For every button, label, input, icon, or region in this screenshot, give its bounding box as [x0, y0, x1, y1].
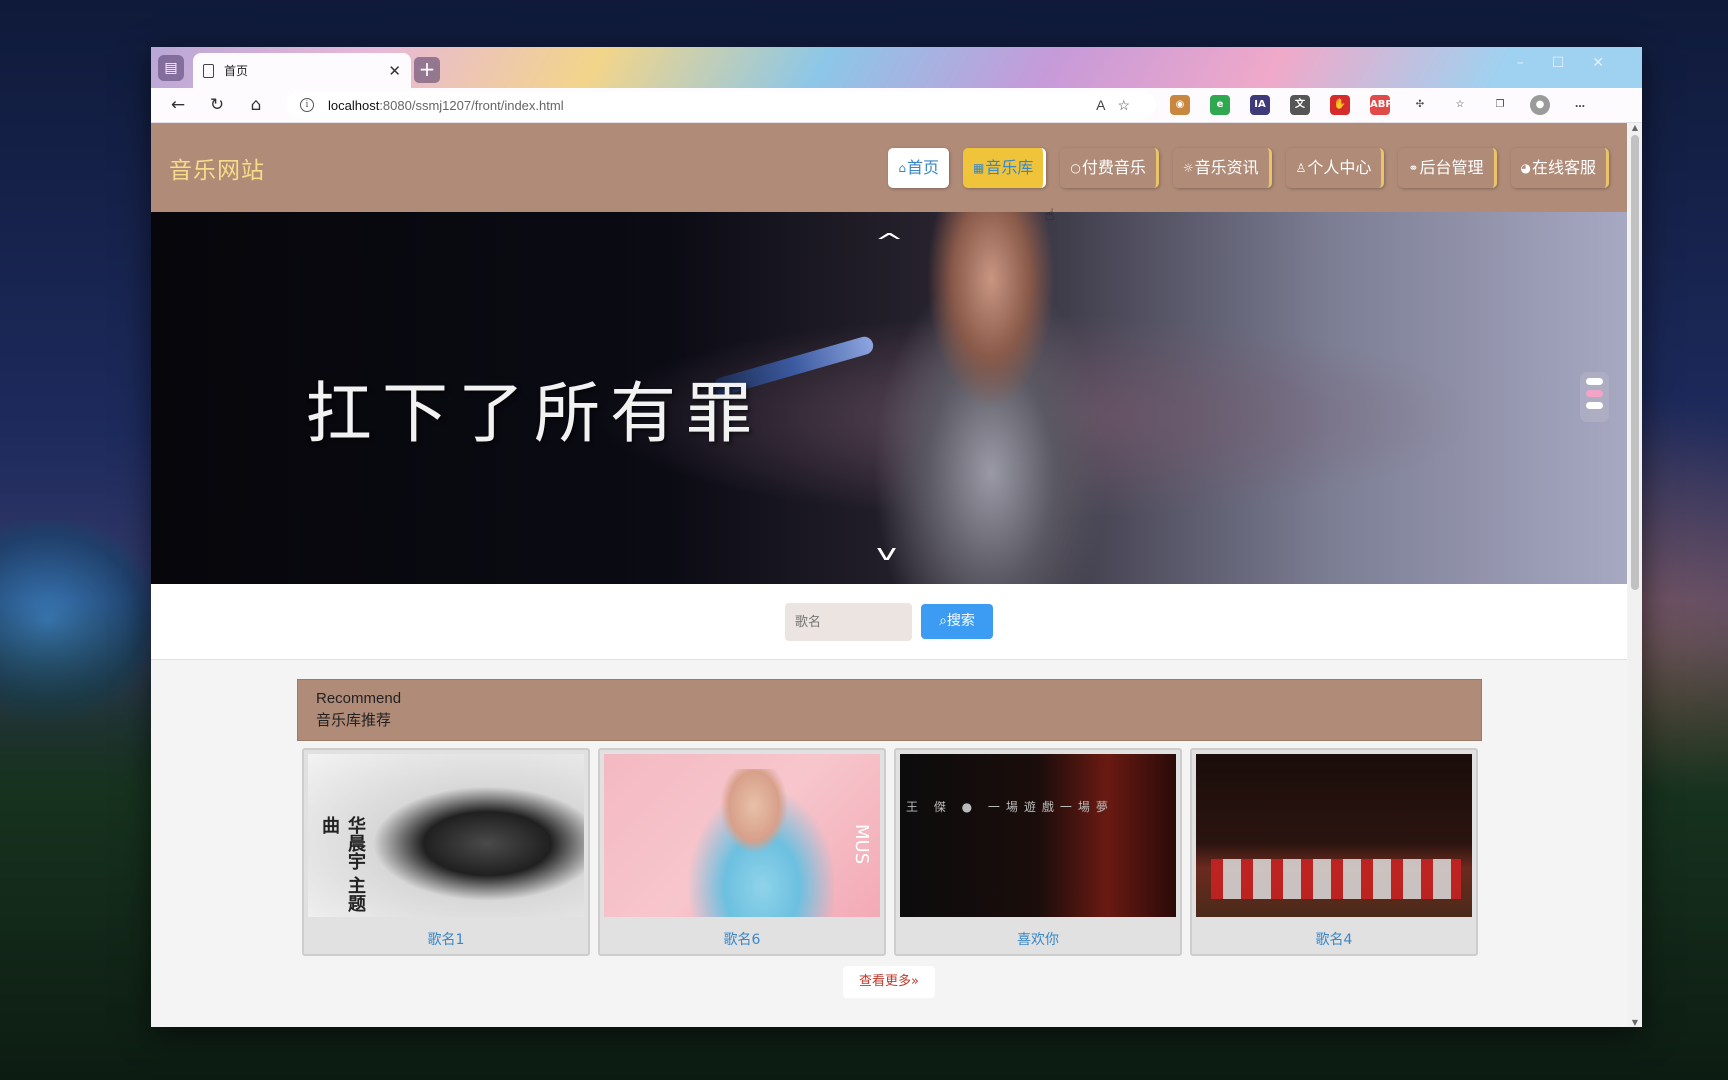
banner-lyric-text: 扛下了所有罪	[306, 375, 762, 452]
recommend-header: Recommend 音乐库推荐	[297, 679, 1482, 741]
home-icon[interactable]: ⌂	[241, 91, 271, 119]
view-more-label: 查看更多	[859, 974, 912, 989]
nav-paid-music-label: 付费音乐	[1081, 157, 1146, 177]
carousel-dot[interactable]	[1586, 402, 1603, 409]
sun-icon: ☼	[1182, 160, 1194, 175]
nav-admin[interactable]: ⚭ 后台管理	[1398, 147, 1497, 188]
circle-icon: ○	[1070, 160, 1081, 175]
search-bar: ⌕搜索	[151, 584, 1627, 660]
scrollbar-thumb[interactable]	[1631, 135, 1639, 590]
cover-text: MUS	[851, 824, 872, 865]
banner-carousel[interactable]: 扛下了所有罪 ^ v	[151, 212, 1627, 584]
nav-online-service-label: 在线客服	[1531, 157, 1596, 177]
refresh-icon[interactable]: ↻	[202, 91, 232, 119]
song-card[interactable]: 王 傑 ● 一場遊戲一場夢 喜欢你	[894, 748, 1182, 956]
recommend-list: 华晨宇 主题曲 歌名1 MUS 歌名6 王 傑 ● 一場遊戲一場夢 喜欢你 歌名…	[302, 748, 1486, 956]
song-card[interactable]: MUS 歌名6	[598, 748, 886, 956]
song-name-link[interactable]: 歌名4	[1196, 929, 1472, 949]
carousel-indicators[interactable]	[1580, 372, 1609, 422]
adblock-icon[interactable]: ✋	[1330, 95, 1350, 115]
extensions-puzzle-icon[interactable]: ✣	[1410, 95, 1430, 115]
nav-paid-music[interactable]: ○ 付费音乐	[1060, 147, 1159, 188]
read-aloud-favorite-icons[interactable]: A☆	[1096, 97, 1142, 114]
double-chevron-right-icon: »	[911, 974, 919, 989]
new-tab-button[interactable]: +	[414, 57, 440, 83]
nav-music-library-label: 音乐库	[985, 157, 1034, 177]
cover-figure	[674, 769, 834, 917]
abp-icon[interactable]: ABP	[1370, 95, 1393, 115]
recommend-title-en: Recommend	[316, 690, 402, 707]
song-cover-image[interactable]: 王 傑 ● 一場遊戲一場夢	[900, 754, 1176, 917]
chevron-up-icon[interactable]: ^	[874, 230, 904, 255]
mouse-cursor: ☝	[1045, 205, 1055, 224]
extension-icon[interactable]: ◉	[1170, 95, 1190, 115]
collections-icon[interactable]: ❐	[1490, 95, 1510, 115]
favorites-icon[interactable]: ☆	[1450, 95, 1470, 115]
user-icon: ♙	[1295, 160, 1307, 175]
home-icon: ⌂	[898, 160, 906, 175]
scroll-down-icon[interactable]: ▼	[1628, 1018, 1642, 1027]
song-name-link[interactable]: 歌名6	[604, 929, 880, 949]
scroll-up-icon[interactable]: ▲	[1628, 123, 1642, 132]
close-tab-icon[interactable]: ✕	[388, 62, 401, 80]
view-more-button[interactable]: 查看更多»	[843, 966, 935, 998]
url-path: :8080/ssmj1207/front/index.html	[379, 97, 564, 113]
song-name-link[interactable]: 喜欢你	[900, 929, 1176, 949]
profile-avatar-icon[interactable]: ●	[1530, 95, 1550, 115]
page-icon	[203, 63, 214, 78]
address-bar[interactable]: i localhost :8080/ssmj1207/front/index.h…	[286, 91, 1156, 119]
web-page: 音乐网站 ⌂ 首页 ▦ 音乐库 ○ 付费音乐 ☼ 音乐资讯 ♙ 个人中心 ⚭ 后台管理 ◕ 在…	[151, 123, 1642, 1027]
nav-music-library[interactable]: ▦ 音乐库	[963, 147, 1047, 188]
tab-home[interactable]: 首页 ✕	[193, 53, 411, 88]
search-button[interactable]: ⌕搜索	[921, 604, 993, 639]
recommend-title-cn: 音乐库推荐	[316, 711, 392, 729]
search-button-label: 搜索	[946, 613, 975, 629]
nav-home[interactable]: ⌂ 首页	[888, 147, 949, 188]
window-controls[interactable]: –☐✕	[1517, 55, 1632, 71]
nav-personal-center[interactable]: ♙ 个人中心	[1285, 147, 1385, 188]
carousel-dot-active[interactable]	[1586, 390, 1603, 397]
translate-extension-icon[interactable]: 文	[1290, 95, 1310, 115]
tab-title: 首页	[224, 64, 249, 78]
song-cover-image[interactable]	[1196, 754, 1472, 917]
song-card[interactable]: 华晨宇 主题曲 歌名1	[302, 748, 590, 956]
site-header: 音乐网站 ⌂ 首页 ▦ 音乐库 ○ 付费音乐 ☼ 音乐资讯 ♙ 个人中心 ⚭ 后台管理 ◕ 在…	[151, 123, 1627, 212]
banner-singer-image	[841, 212, 1141, 584]
back-icon[interactable]: ←	[163, 91, 193, 119]
song-card[interactable]: 歌名4	[1190, 748, 1478, 956]
cover-drums	[1211, 859, 1461, 899]
page-scrollbar[interactable]: ▲ ▼	[1628, 123, 1642, 1027]
extensions-row: ◉ e IA 文 ✋ ABP ✣ ☆ ❐ ● …	[1170, 95, 1610, 115]
workspaces-icon[interactable]: ▤	[158, 55, 184, 81]
main-nav: ⌂ 首页 ▦ 音乐库 ○ 付费音乐 ☼ 音乐资讯 ♙ 个人中心 ⚭ 后台管理 ◕ 在线客服	[874, 147, 1609, 188]
nav-personal-center-label: 个人中心	[1307, 157, 1372, 177]
more-menu-icon[interactable]: …	[1570, 95, 1590, 115]
chat-icon: ◕	[1520, 160, 1531, 175]
nav-admin-label: 后台管理	[1419, 157, 1484, 177]
nav-music-news-label: 音乐资讯	[1194, 157, 1259, 177]
song-cover-image[interactable]: MUS	[604, 754, 880, 917]
search-icon: ⌕	[939, 613, 947, 629]
evernote-icon[interactable]: e	[1210, 95, 1230, 115]
link-icon: ⚭	[1408, 160, 1419, 175]
site-info-icon[interactable]: i	[300, 98, 314, 112]
tab-strip: ▤ 首页 ✕ + –☐✕	[151, 47, 1642, 88]
cover-text: 华晨宇 主题曲	[319, 816, 366, 913]
song-name-search-input[interactable]	[785, 602, 912, 641]
cover-text: 王 傑 ● 一場遊戲一場夢	[906, 800, 1114, 814]
carousel-dot[interactable]	[1586, 378, 1603, 385]
chevron-down-icon[interactable]: v	[876, 541, 897, 566]
ia-extension-icon[interactable]: IA	[1250, 95, 1270, 115]
grid-icon: ▦	[973, 160, 985, 175]
nav-music-news[interactable]: ☼ 音乐资讯	[1172, 147, 1272, 188]
nav-online-service[interactable]: ◕ 在线客服	[1510, 147, 1609, 188]
browser-window: ▤ 首页 ✕ + –☐✕ ← ↻ ⌂ i localhost :8080/ssm…	[151, 47, 1642, 1027]
url-host: localhost	[328, 97, 380, 113]
song-cover-image[interactable]: 华晨宇 主题曲	[308, 754, 584, 917]
nav-home-label: 首页	[906, 157, 939, 177]
site-logo[interactable]: 音乐网站	[169, 151, 265, 185]
song-name-link[interactable]: 歌名1	[308, 929, 584, 949]
address-toolbar: ← ↻ ⌂ i localhost :8080/ssmj1207/front/i…	[151, 88, 1642, 123]
